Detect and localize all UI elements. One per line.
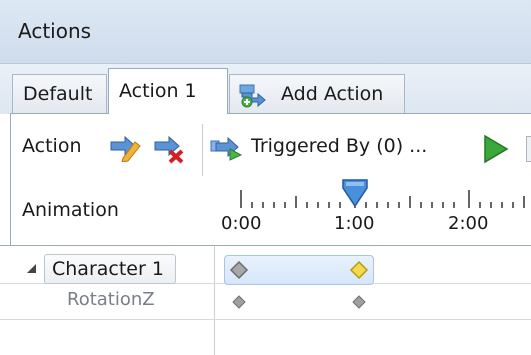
- tab-default-label: Default: [23, 83, 93, 105]
- triggered-by-button[interactable]: Triggered By (0) ...: [251, 135, 427, 157]
- toolbar-overflow-button[interactable]: [526, 136, 531, 162]
- property-track-label[interactable]: RotationZ: [67, 289, 155, 310]
- character-label: Character 1: [52, 258, 164, 280]
- track-divider: [214, 246, 215, 355]
- triggered-by-icon[interactable]: [210, 135, 244, 161]
- timeline-tracks: Character 1 RotationZ: [0, 245, 531, 355]
- ruler-tick-label: 2:00: [448, 213, 489, 234]
- panel-header: Actions: [0, 0, 531, 64]
- tab-bar: Default Action 1 Add Action: [0, 64, 531, 114]
- keyframe-diamond-selected[interactable]: [349, 260, 369, 280]
- action-label: Action: [22, 135, 82, 157]
- add-action-icon: [239, 84, 266, 108]
- action-toolbar: Action Triggered By (0) ... Animation 0:…: [10, 113, 531, 245]
- edit-action-icon[interactable]: [109, 134, 143, 162]
- tab-action-1[interactable]: Action 1: [108, 68, 228, 114]
- tab-default[interactable]: Default: [12, 74, 107, 114]
- collapse-triangle-icon[interactable]: [26, 263, 38, 275]
- keyframe-diamond-small[interactable]: [232, 295, 246, 309]
- add-action-label: Add Action: [281, 83, 384, 105]
- delete-action-icon[interactable]: [153, 134, 187, 164]
- keyframe-diamond-small[interactable]: [352, 295, 366, 309]
- animation-label: Animation: [22, 199, 119, 221]
- keyframe-diamond[interactable]: [229, 260, 249, 280]
- row-separator: [0, 319, 531, 320]
- playhead-marker[interactable]: [341, 178, 369, 208]
- play-icon[interactable]: [481, 134, 509, 164]
- toolbar-separator: [202, 124, 203, 176]
- tab-action-1-label: Action 1: [119, 80, 197, 102]
- ruler-tick-label: 0:00: [221, 213, 262, 234]
- add-action-tab[interactable]: Add Action: [229, 74, 405, 114]
- ruler-tick-label: 1:00: [334, 213, 375, 234]
- character-track-header[interactable]: Character 1: [44, 254, 176, 284]
- panel-title: Actions: [18, 19, 92, 43]
